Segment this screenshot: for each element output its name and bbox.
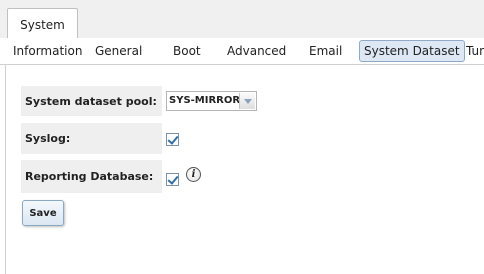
syslog-checkbox[interactable]: [166, 133, 179, 146]
tab-system-dataset[interactable]: System Dataset: [359, 40, 465, 62]
tab-tunables[interactable]: Tun: [466, 41, 484, 61]
reporting-database-label: Reporting Database:: [21, 160, 162, 193]
chevron-down-icon[interactable]: [239, 93, 255, 109]
tab-system-label: System: [20, 18, 65, 32]
tab-system[interactable]: System: [7, 8, 78, 38]
sub-tab-bar: Information General Boot Advanced Email …: [0, 38, 484, 65]
pool-select[interactable]: SYS-MIRROR: [166, 91, 257, 111]
pool-label: System dataset pool:: [21, 86, 162, 116]
pool-select-value: SYS-MIRROR: [169, 95, 241, 106]
save-button[interactable]: Save: [22, 200, 64, 226]
top-tab-bar: System: [0, 0, 484, 39]
tab-boot[interactable]: Boot: [173, 41, 201, 61]
reporting-database-checkbox[interactable]: [166, 173, 179, 186]
info-icon[interactable]: i: [186, 167, 201, 182]
tab-advanced[interactable]: Advanced: [227, 41, 286, 61]
tab-information[interactable]: Information: [13, 41, 82, 61]
tab-email[interactable]: Email: [309, 41, 342, 61]
syslog-label: Syslog:: [21, 123, 162, 154]
tab-general[interactable]: General: [95, 41, 142, 61]
